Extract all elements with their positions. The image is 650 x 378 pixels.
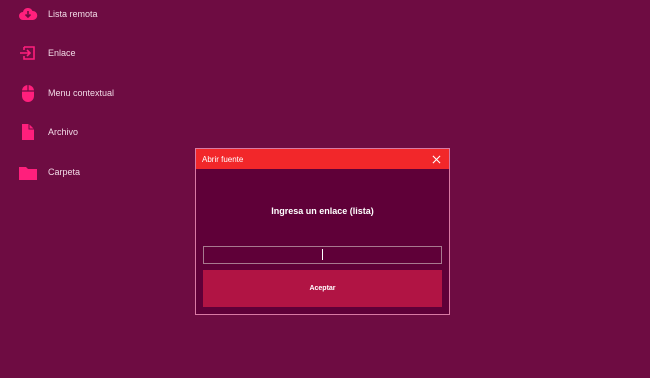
sidebar-item-label: Lista remota	[48, 9, 98, 19]
dialog-title-bar: Abrir fuente	[196, 149, 449, 169]
dialog-title: Abrir fuente	[202, 154, 244, 164]
sidebar-item-label: Archivo	[48, 127, 79, 137]
dialog-prompt: Ingresa un enlace (lista)	[271, 206, 374, 216]
file-icon	[18, 122, 38, 142]
sidebar-item-enlace[interactable]: Enlace	[18, 41, 198, 65]
folder-icon	[18, 162, 38, 182]
text-caret	[322, 249, 323, 260]
sidebar-item-archivo[interactable]: Archivo	[18, 120, 198, 144]
sidebar-item-label: Enlace	[48, 48, 76, 58]
sidebar-item-menu-contextual[interactable]: Menu contextual	[18, 81, 198, 105]
accept-button[interactable]: Aceptar	[203, 270, 442, 307]
link-enter-icon	[18, 43, 38, 63]
sidebar-item-label: Menu contextual	[48, 88, 115, 98]
close-icon[interactable]	[429, 152, 443, 166]
cloud-download-icon	[18, 4, 38, 24]
sidebar-item-label: Carpeta	[48, 167, 81, 177]
open-source-dialog: Abrir fuente Ingresa un enlace (lista) A…	[195, 148, 450, 315]
sidebar-item-lista-remota[interactable]: Lista remota	[18, 2, 198, 26]
mouse-icon	[18, 83, 38, 103]
sidebar-item-carpeta[interactable]: Carpeta	[18, 160, 198, 184]
